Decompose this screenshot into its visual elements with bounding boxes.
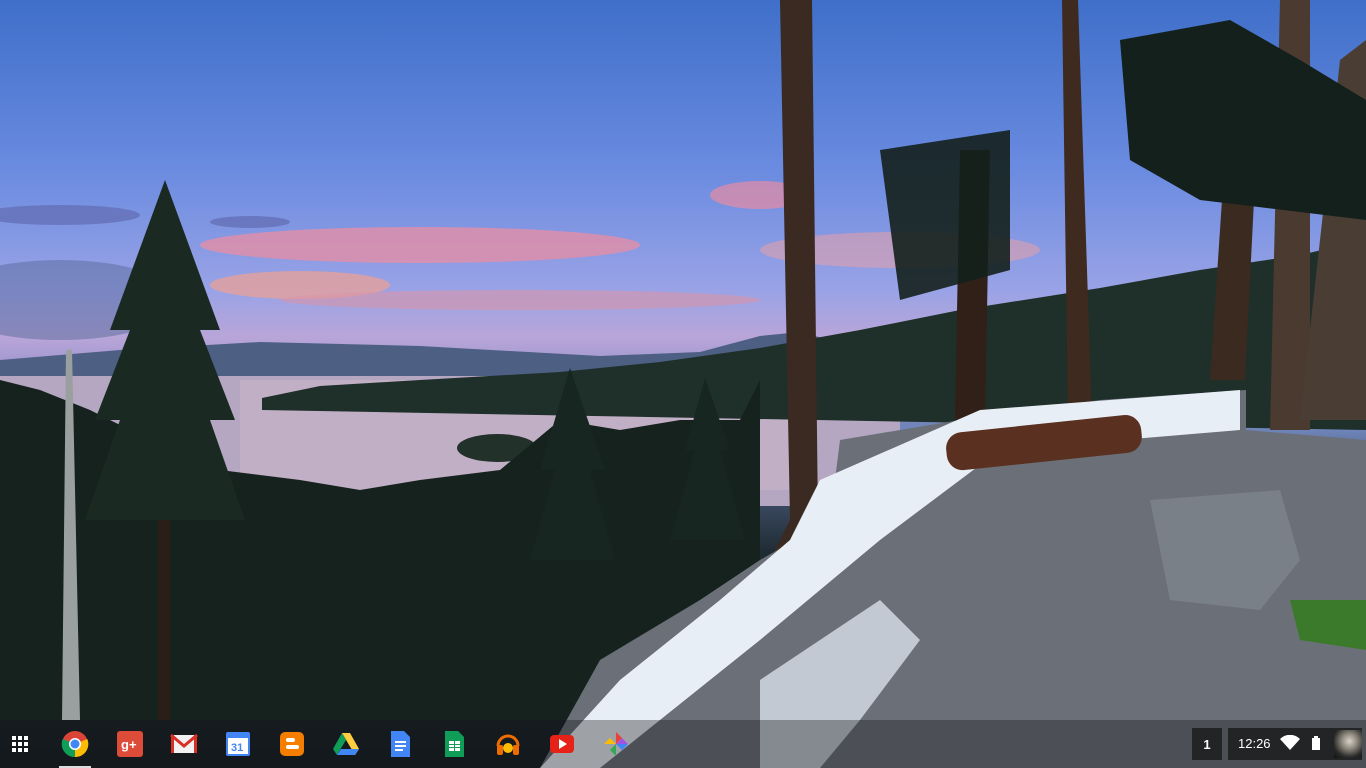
desktop (0, 0, 1366, 768)
app-launcher-grid-icon[interactable] (8, 732, 32, 756)
google-plus-icon[interactable]: g+ (116, 730, 144, 758)
notification-count[interactable]: 1 (1192, 728, 1222, 760)
chrome-icon[interactable] (59, 730, 91, 768)
clock: 12:26 (1238, 736, 1271, 751)
system-tray[interactable]: 12:26 (1228, 728, 1362, 760)
photos-icon[interactable] (602, 730, 630, 758)
svg-text:31: 31 (231, 742, 243, 754)
avatar (1334, 730, 1362, 758)
wallpaper-image (0, 0, 1366, 768)
wifi-icon (1280, 735, 1300, 750)
youtube-icon[interactable] (548, 730, 576, 758)
play-music-icon[interactable] (494, 730, 522, 758)
blogger-icon[interactable] (278, 730, 306, 758)
drive-icon[interactable] (332, 730, 360, 758)
sheets-icon[interactable] (440, 730, 468, 758)
gmail-icon[interactable] (170, 730, 198, 758)
svg-text:g+: g+ (121, 737, 137, 752)
shelf: g+ 31 1 12:26 (0, 720, 1366, 768)
battery-icon (1312, 736, 1320, 750)
calendar-icon[interactable]: 31 (224, 730, 252, 758)
docs-icon[interactable] (386, 730, 414, 758)
